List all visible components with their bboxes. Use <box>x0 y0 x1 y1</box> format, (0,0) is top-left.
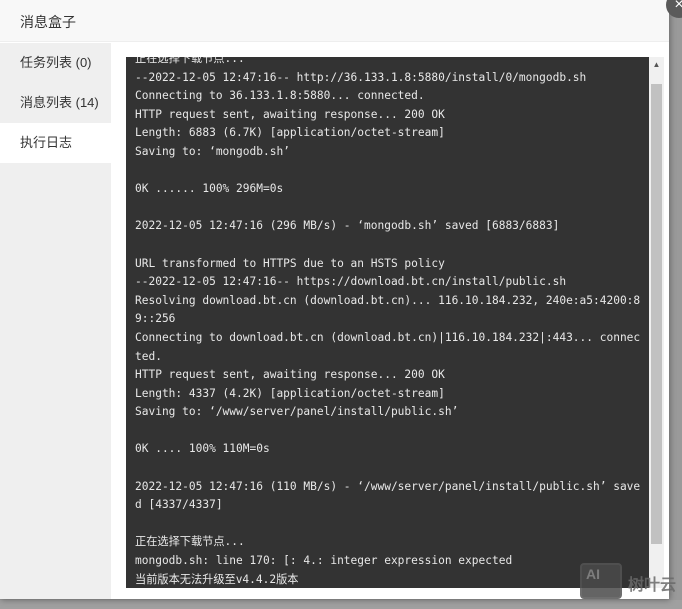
dialog-title: 消息盒子 <box>20 14 76 30</box>
scroll-up-arrow-icon[interactable]: ▲ <box>649 57 664 72</box>
sidebar: 任务列表 (0) 消息列表 (14) 执行日志 <box>0 43 111 599</box>
sidebar-item-label: 任务列表 (0) <box>20 55 92 70</box>
log-text: 正在选择下载节点... --2022-12-05 12:47:16-- http… <box>135 57 641 586</box>
log-panel: 正在选择下载节点... --2022-12-05 12:47:16-- http… <box>111 43 669 599</box>
dialog-header: 消息盒子 <box>0 0 669 42</box>
image-icon: AI <box>580 563 622 599</box>
log-scrollbar[interactable]: ▲ <box>649 57 664 588</box>
sidebar-item-label: 消息列表 (14) <box>20 95 99 110</box>
background-page <box>0 600 682 609</box>
scrollbar-thumb[interactable] <box>651 84 662 544</box>
sidebar-item-execution-log[interactable]: 执行日志 <box>0 123 111 163</box>
execution-log-console[interactable]: 正在选择下载节点... --2022-12-05 12:47:16-- http… <box>126 57 649 588</box>
message-box-dialog: 消息盒子 任务列表 (0) 消息列表 (14) 执行日志 正在选择下载节点...… <box>0 0 669 599</box>
watermark-label: 树叶云 <box>628 577 677 594</box>
sidebar-item-message-list[interactable]: 消息列表 (14) <box>0 83 111 123</box>
sidebar-item-label: 执行日志 <box>20 135 73 150</box>
watermark-icon-text: AI <box>586 566 600 582</box>
sidebar-item-task-list[interactable]: 任务列表 (0) <box>0 43 111 83</box>
